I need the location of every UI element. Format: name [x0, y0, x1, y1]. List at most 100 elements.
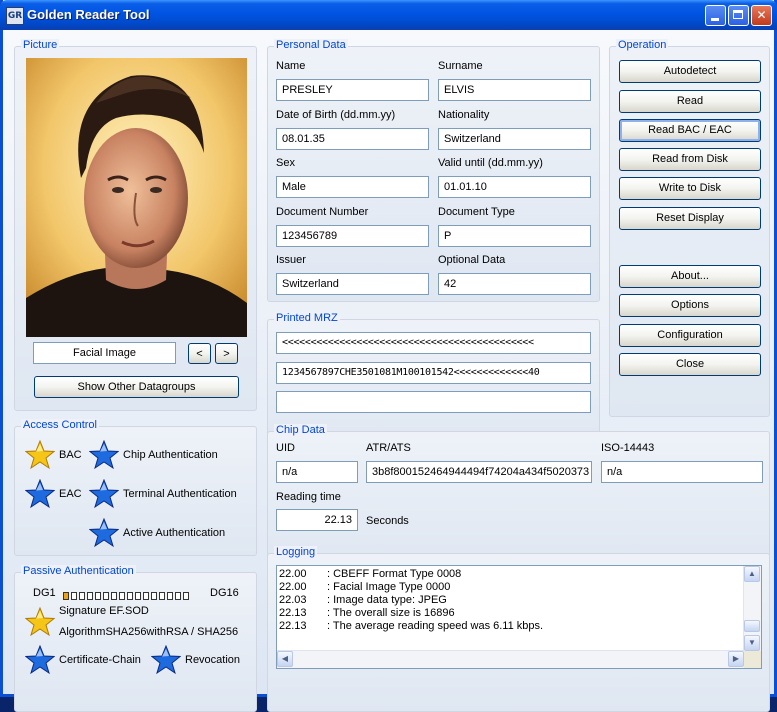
- datagroup-status-box: [103, 592, 109, 600]
- show-other-datagroups-button[interactable]: Show Other Datagroups: [34, 376, 239, 398]
- valid-until-field[interactable]: 01.01.10: [438, 176, 591, 198]
- log-time: 22.03: [279, 594, 307, 606]
- title-bar[interactable]: GR Golden Reader Tool ✕: [0, 0, 777, 30]
- dg1-label: DG1: [33, 587, 56, 599]
- access-control-group: Access Control BAC Chip Authentication E…: [14, 419, 257, 556]
- chip-data-group: Chip Data UID n/a ATR/ATS 3b8f8001524649…: [267, 424, 770, 565]
- datagroup-status-box: [127, 592, 133, 600]
- log-time: 22.00: [279, 568, 307, 580]
- mrz-line-2[interactable]: 1234567897CHE3501081M100101542<<<<<<<<<<…: [276, 362, 591, 384]
- atr-ats-field[interactable]: 3b8f800152464944494f74204a434f5020373: [366, 461, 592, 483]
- log-vertical-scrollbar[interactable]: ▲ ▼: [743, 566, 761, 651]
- scroll-up-icon[interactable]: ▲: [744, 566, 760, 582]
- datagroup-status-box: [175, 592, 181, 600]
- revocation-star-icon: [151, 645, 181, 675]
- client-area: Picture Facial Image < > Show Other Data…: [3, 30, 774, 712]
- nationality-field[interactable]: Switzerland: [438, 128, 591, 150]
- reading-time-unit: Seconds: [366, 515, 409, 527]
- surname-field[interactable]: ELVIS: [438, 79, 591, 101]
- operation-group: Operation Autodetect Read Read BAC / EAC…: [609, 39, 770, 417]
- next-image-button[interactable]: >: [215, 343, 238, 364]
- log-message: : Facial Image Type 0000: [327, 581, 451, 593]
- bac-star-icon: [25, 440, 55, 470]
- uid-label: UID: [276, 442, 295, 454]
- scroll-down-icon[interactable]: ▼: [744, 635, 760, 651]
- name-label: Name: [276, 60, 306, 72]
- read-bac-eac-button[interactable]: Read BAC / EAC: [619, 119, 761, 142]
- document-type-field[interactable]: P: [438, 225, 591, 247]
- close-window-button[interactable]: ✕: [751, 5, 772, 26]
- eac-label: EAC: [59, 488, 82, 500]
- main-window: GR Golden Reader Tool ✕ Picture Facial I…: [0, 0, 777, 712]
- datagroup-status-box: [135, 592, 141, 600]
- sex-field[interactable]: Male: [276, 176, 429, 198]
- about-button[interactable]: About...: [619, 265, 761, 288]
- active-auth-star-icon: [89, 518, 119, 548]
- datagroup-status-box: [71, 592, 77, 600]
- minimize-button[interactable]: [705, 5, 726, 26]
- read-from-disk-button[interactable]: Read from Disk: [619, 148, 761, 171]
- issuer-label: Issuer: [276, 254, 306, 266]
- log-textarea[interactable]: 22.00 : CBEFF Format Type 0008 22.00 : Faci…: [276, 565, 762, 669]
- datagroup-status-box: [167, 592, 173, 600]
- write-to-disk-button[interactable]: Write to Disk: [619, 177, 761, 200]
- chip-data-title: Chip Data: [274, 424, 327, 436]
- cert-chain-label: Certificate-Chain: [59, 654, 141, 666]
- window-title: Golden Reader Tool: [27, 7, 150, 22]
- log-message: : CBEFF Format Type 0008: [327, 568, 462, 580]
- autodetect-button[interactable]: Autodetect: [619, 60, 761, 83]
- read-button[interactable]: Read: [619, 90, 761, 113]
- datagroup-status-box: [87, 592, 93, 600]
- active-auth-label: Active Authentication: [123, 527, 226, 539]
- image-caption-field: Facial Image: [33, 342, 176, 364]
- reading-time-field[interactable]: 22.13: [276, 509, 358, 531]
- personal-data-group: Personal Data Name PRESLEY Surname ELVIS…: [267, 39, 600, 302]
- facial-image-photo: [26, 58, 247, 337]
- cert-chain-star-icon: [25, 645, 55, 675]
- log-line: 22.13: The overall size is 16896: [279, 607, 743, 620]
- scroll-right-icon[interactable]: ▶: [728, 651, 744, 667]
- log-time: 22.13: [279, 607, 307, 619]
- log-line: 22.00 : Facial Image Type 0000: [279, 581, 743, 594]
- dob-label: Date of Birth (dd.mm.yy): [276, 109, 396, 121]
- passive-auth-title: Passive Authentication: [21, 565, 136, 577]
- datagroup-status-box: [183, 592, 189, 600]
- close-button[interactable]: Close: [619, 353, 761, 376]
- picture-group-title: Picture: [21, 39, 60, 51]
- nationality-label: Nationality: [438, 109, 490, 121]
- optional-data-field[interactable]: 42: [438, 273, 591, 295]
- dob-field[interactable]: 08.01.35: [276, 128, 429, 150]
- datagroup-status-box: [63, 592, 69, 600]
- log-lines: 22.00 : CBEFF Format Type 0008 22.00 : Faci…: [279, 568, 743, 633]
- datagroup-status-box: [111, 592, 117, 600]
- uid-field[interactable]: n/a: [276, 461, 358, 483]
- issuer-field[interactable]: Switzerland: [276, 273, 429, 295]
- datagroup-status-box: [79, 592, 85, 600]
- options-button[interactable]: Options: [619, 294, 761, 317]
- name-field[interactable]: PRESLEY: [276, 79, 429, 101]
- log-horizontal-scrollbar[interactable]: ◀ ▶: [277, 650, 744, 668]
- chip-auth-star-icon: [89, 440, 119, 470]
- log-message: : Image data type: JPEG: [327, 594, 447, 606]
- algorithm-label: AlgorithmSHA256withRSA / SHA256: [59, 626, 239, 638]
- terminal-auth-label: Terminal Authentication: [123, 488, 237, 500]
- datagroup-status-box: [143, 592, 149, 600]
- scroll-thumb[interactable]: [744, 620, 760, 632]
- scroll-left-icon[interactable]: ◀: [277, 651, 293, 667]
- terminal-auth-star-icon: [89, 479, 119, 509]
- signature-label: Signature EF.SOD: [59, 605, 149, 617]
- reset-display-button[interactable]: Reset Display: [619, 207, 761, 230]
- valid-until-label: Valid until (dd.mm.yy): [438, 157, 543, 169]
- log-line: 22.03 : Image data type: JPEG: [279, 594, 743, 607]
- maximize-button[interactable]: [728, 5, 749, 26]
- log-message: : The average reading speed was 6.11 kbp…: [327, 620, 544, 632]
- log-time: 22.00: [279, 581, 307, 593]
- configuration-button[interactable]: Configuration: [619, 324, 761, 347]
- mrz-line-1[interactable]: <<<<<<<<<<<<<<<<<<<<<<<<<<<<<<<<<<<<<<<<…: [276, 332, 591, 354]
- prev-image-button[interactable]: <: [188, 343, 211, 364]
- datagroup-status-box: [95, 592, 101, 600]
- document-number-field[interactable]: 123456789: [276, 225, 429, 247]
- mrz-line-3[interactable]: [276, 391, 591, 413]
- bac-label: BAC: [59, 449, 82, 461]
- iso-14443-field[interactable]: n/a: [601, 461, 763, 483]
